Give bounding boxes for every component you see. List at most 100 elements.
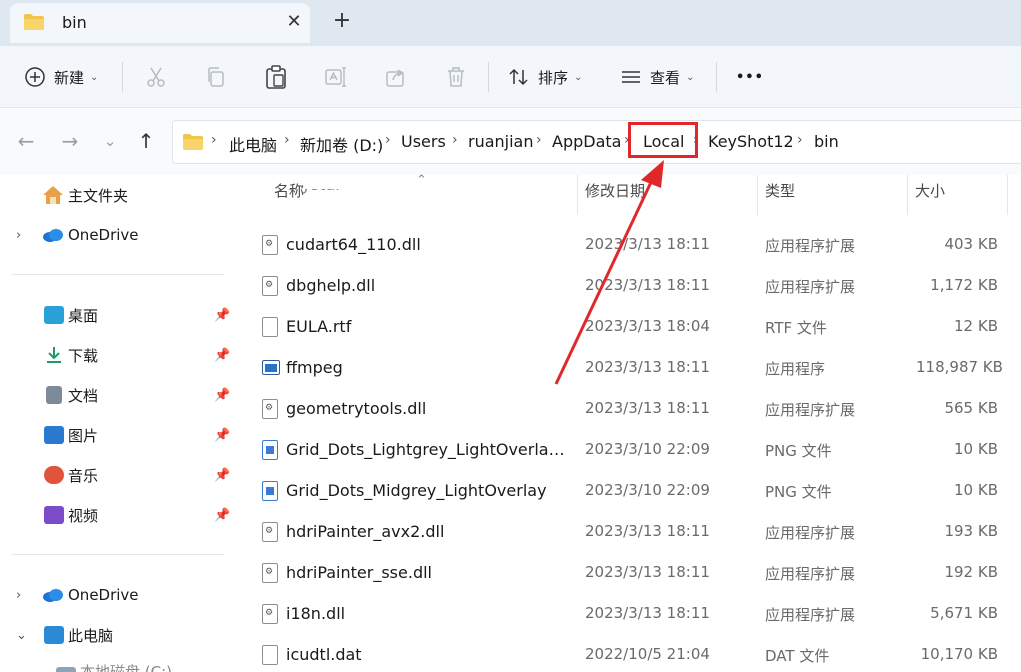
sidebar-item-onedrive[interactable]: › OneDrive	[0, 217, 236, 253]
command-bar: 新建 ⌄ 排序 ⌄ 查看 ⌄ •••	[0, 46, 1021, 108]
file-date: 2023/3/13 18:11	[585, 563, 710, 581]
sidebar-label: 此电脑	[68, 626, 114, 645]
divider	[716, 62, 717, 92]
table-row[interactable]: cudart64_110.dll 2023/3/13 18:11 应用程序扩展 403…	[236, 225, 1021, 266]
sidebar-item-drive-c[interactable]: 本地磁盘 (C:)	[0, 657, 236, 672]
sidebar-item-music[interactable]: 音乐 📌	[0, 457, 236, 493]
table-row[interactable]: EULA.rtf 2023/3/13 18:04 RTF 文件 12 KB	[236, 307, 1021, 348]
chevron-right-icon[interactable]: ›	[536, 132, 542, 148]
pin-icon[interactable]: 📌	[214, 508, 230, 523]
music-icon	[44, 466, 64, 484]
crumb-ruanjian[interactable]: ruanjian	[468, 132, 534, 151]
computer-icon	[44, 626, 64, 644]
chevron-right-icon[interactable]: ›	[284, 132, 290, 148]
table-row[interactable]: hdriPainter_avx2.dll 2023/3/13 18:11 应用程序扩…	[236, 512, 1021, 553]
chevron-right-icon[interactable]: ›	[452, 132, 458, 148]
rename-icon[interactable]	[324, 65, 348, 89]
file-name: cudart64_110.dll	[286, 235, 421, 254]
tab-bin[interactable]: bin ✕	[10, 3, 310, 43]
sidebar-item-this-pc[interactable]: ⌄ 此电脑	[0, 617, 236, 653]
sidebar-label: 视频	[68, 506, 99, 525]
document-icon	[46, 386, 62, 404]
title-bar: bin ✕ +	[0, 0, 1021, 46]
new-button[interactable]: 新建 ⌄	[24, 46, 98, 108]
file-size: 192 KB	[944, 563, 998, 581]
file-date: 2023/3/10 22:09	[585, 440, 710, 458]
pin-icon[interactable]: 📌	[214, 468, 230, 483]
address-area: ← → ⌄ ↑ › 此电脑 › 新加卷 (D:) › Users › ruanj…	[0, 109, 1021, 175]
file-type: 应用程序	[765, 360, 826, 378]
forward-arrow-icon[interactable]: →	[58, 129, 82, 153]
recent-chevron-icon[interactable]: ⌄	[98, 132, 122, 150]
sort-label: 排序	[538, 68, 569, 87]
file-size: 1,172 KB	[930, 276, 998, 294]
view-icon	[622, 71, 640, 83]
sidebar-item-documents[interactable]: 文档 📌	[0, 377, 236, 413]
table-row[interactable]: icudtl.dat 2022/10/5 21:04 DAT 文件 10,170 KB	[236, 635, 1021, 672]
file-name: icudtl.dat	[286, 645, 362, 664]
sidebar-item-onedrive-2[interactable]: › OneDrive	[0, 577, 236, 613]
tab-title: bin	[62, 13, 87, 32]
crumb-users[interactable]: Users	[401, 132, 446, 151]
chevron-right-icon[interactable]: ›	[797, 132, 803, 148]
table-row[interactable]: i18n.dll 2023/3/13 18:11 应用程序扩展 5,671 KB	[236, 594, 1021, 635]
file-type: KeyShot Docum...	[765, 189, 898, 193]
sort-button[interactable]: 排序 ⌄	[508, 46, 582, 108]
table-row[interactable]: geometrytools.dll 2023/3/13 18:11 应用程序扩展 56…	[236, 389, 1021, 430]
cloud-icon	[43, 589, 63, 602]
chevron-right-icon[interactable]: ›	[385, 132, 391, 148]
file-date: 2023/3/13 18:11	[585, 358, 710, 376]
chevron-right-icon[interactable]: ›	[16, 588, 21, 603]
pin-icon[interactable]: 📌	[214, 428, 230, 443]
file-size: 12 KB	[954, 317, 998, 335]
table-row[interactable]: Grid_Dots_Lightgrey_LightOverlay_3... 202…	[236, 430, 1021, 471]
sidebar-item-desktop[interactable]: 桌面 📌	[0, 297, 236, 333]
file-type: 应用程序扩展	[765, 237, 856, 255]
folder-icon	[183, 134, 203, 150]
table-row[interactable]: crystal 2023/3/10 22:09 KeyShot Docum... 20…	[236, 189, 1021, 216]
pin-icon[interactable]: 📌	[214, 308, 230, 323]
sidebar-item-downloads[interactable]: 下载 📌	[0, 337, 236, 373]
chevron-right-icon[interactable]: ›	[16, 228, 21, 243]
new-tab-button[interactable]: +	[330, 8, 354, 33]
sidebar-label: OneDrive	[68, 226, 139, 244]
chevron-down-icon: ⌄	[686, 71, 695, 83]
copy-icon[interactable]	[204, 65, 228, 89]
pin-icon[interactable]: 📌	[214, 388, 230, 403]
file-list: ⌃ 名称 修改日期 类型 大小 crystal2023/3/10 22:09Ke…	[236, 173, 1021, 672]
back-arrow-icon[interactable]: ←	[14, 129, 38, 153]
view-button[interactable]: 查看 ⌄	[620, 46, 694, 108]
table-row[interactable]: ffmpeg 2023/3/13 18:11 应用程序 118,987 KB	[236, 348, 1021, 389]
pin-icon[interactable]: 📌	[214, 348, 230, 363]
file-type: RTF 文件	[765, 319, 827, 337]
more-options-button[interactable]: •••	[736, 46, 764, 108]
pictures-icon	[44, 426, 64, 444]
up-arrow-icon[interactable]: ↑	[134, 129, 158, 153]
cut-icon[interactable]	[144, 65, 168, 89]
delete-icon[interactable]	[444, 65, 468, 89]
crumb-bin[interactable]: bin	[814, 132, 839, 151]
table-row[interactable]: dbghelp.dll 2023/3/13 18:11 应用程序扩展 1,172 KB	[236, 266, 1021, 307]
dll-file-icon	[262, 399, 278, 419]
sidebar-item-home[interactable]: 主文件夹	[0, 177, 236, 213]
close-tab-icon[interactable]: ✕	[282, 11, 306, 32]
breadcrumb[interactable]: › 此电脑 › 新加卷 (D:) › Users › ruanjian › Ap…	[172, 120, 1021, 164]
sidebar-label: 音乐	[68, 466, 99, 485]
file-name: crystal	[286, 189, 571, 194]
sidebar-item-pictures[interactable]: 图片 📌	[0, 417, 236, 453]
chevron-right-icon[interactable]: ›	[211, 132, 217, 148]
chevron-down-icon[interactable]: ⌄	[16, 628, 27, 643]
share-icon[interactable]	[384, 65, 408, 89]
file-name: Grid_Dots_Midgrey_LightOverlay	[286, 481, 547, 500]
table-row[interactable]: hdriPainter_sse.dll 2023/3/13 18:11 应用程序扩展…	[236, 553, 1021, 594]
sidebar-item-videos[interactable]: 视频 📌	[0, 497, 236, 533]
file-size: 204 KB	[916, 189, 998, 193]
crumb-keyshot12[interactable]: KeyShot12	[708, 132, 794, 151]
paste-icon[interactable]	[264, 64, 288, 90]
file-size: 10 KB	[954, 481, 998, 499]
divider	[122, 62, 123, 92]
table-row[interactable]: Grid_Dots_Midgrey_LightOverlay 2023/3/10 …	[236, 471, 1021, 512]
crumb-drive-d[interactable]: 新加卷 (D:)	[300, 132, 383, 156]
crumb-this-pc[interactable]: 此电脑	[229, 132, 277, 156]
crumb-appdata[interactable]: AppData	[552, 132, 621, 151]
